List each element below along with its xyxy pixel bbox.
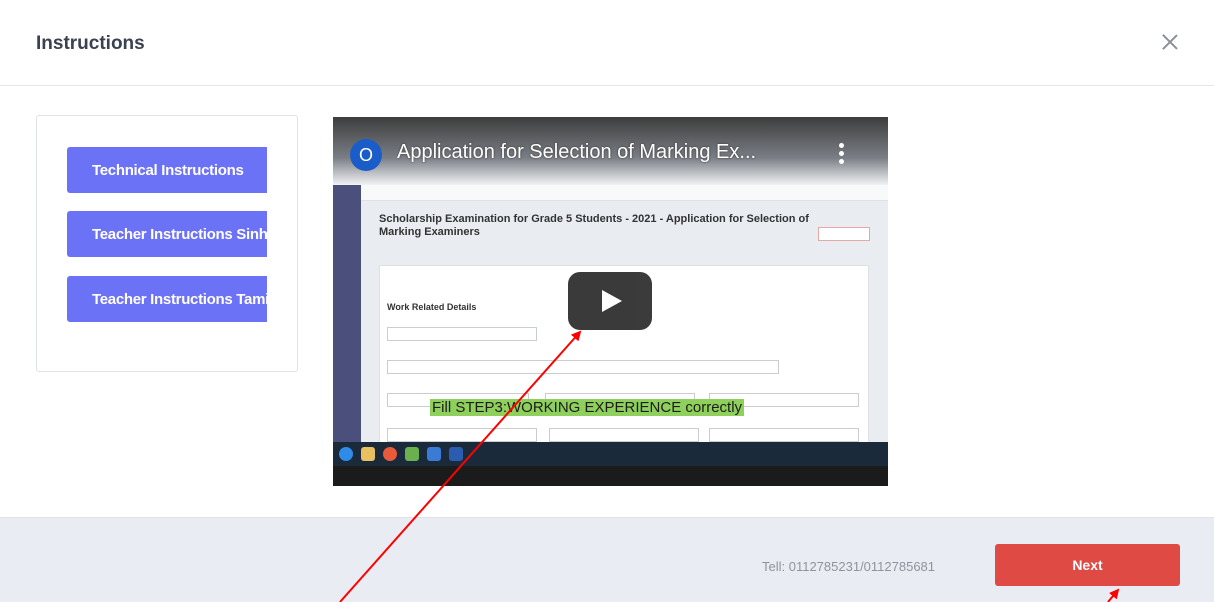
- video-form-red-button: [818, 227, 870, 241]
- instructions-dialog: Instructions Technical Instructions Teac…: [0, 0, 1214, 602]
- dialog-header: Instructions: [0, 0, 1214, 86]
- video-taskbar: [333, 442, 888, 466]
- video-controls-bar: [333, 466, 888, 486]
- browser-icon: [383, 447, 397, 461]
- teacher-instructions-tamil-button[interactable]: Teacher Instructions Tamil: [67, 276, 267, 322]
- video-player[interactable]: Scholarship Examination for Grade 5 Stud…: [333, 117, 888, 486]
- video-form-field: [549, 428, 699, 442]
- channel-avatar[interactable]: O: [350, 139, 382, 171]
- word-icon: [449, 447, 463, 461]
- start-icon: [339, 447, 353, 461]
- video-form-field: [387, 360, 779, 374]
- video-caption: Fill STEP3:WORKING EXPERIENCE correctly: [430, 399, 745, 416]
- video-form-field: [387, 327, 537, 341]
- folder-icon: [361, 447, 375, 461]
- dialog-title: Instructions: [36, 33, 145, 54]
- video-title[interactable]: Application for Selection of Marking Ex.…: [397, 141, 817, 164]
- more-vertical-icon[interactable]: [839, 143, 845, 167]
- teacher-instructions-sinhala-button[interactable]: Teacher Instructions Sinhala: [67, 211, 267, 257]
- play-icon[interactable]: [568, 272, 652, 330]
- app-icon: [427, 447, 441, 461]
- app-icon: [405, 447, 419, 461]
- close-icon[interactable]: [1158, 30, 1182, 54]
- video-form-section: Work Related Details: [387, 302, 477, 312]
- contact-phone: Tell: 0112785231/0112785681: [762, 559, 936, 574]
- technical-instructions-button[interactable]: Technical Instructions: [67, 147, 267, 193]
- next-button[interactable]: Next: [995, 544, 1180, 586]
- video-form-field: [709, 428, 859, 442]
- video-form-heading: Scholarship Examination for Grade 5 Stud…: [379, 213, 809, 238]
- video-app-sidebar: [333, 169, 361, 442]
- video-form-field: [387, 428, 537, 442]
- instructions-menu: Technical Instructions Teacher Instructi…: [36, 115, 298, 372]
